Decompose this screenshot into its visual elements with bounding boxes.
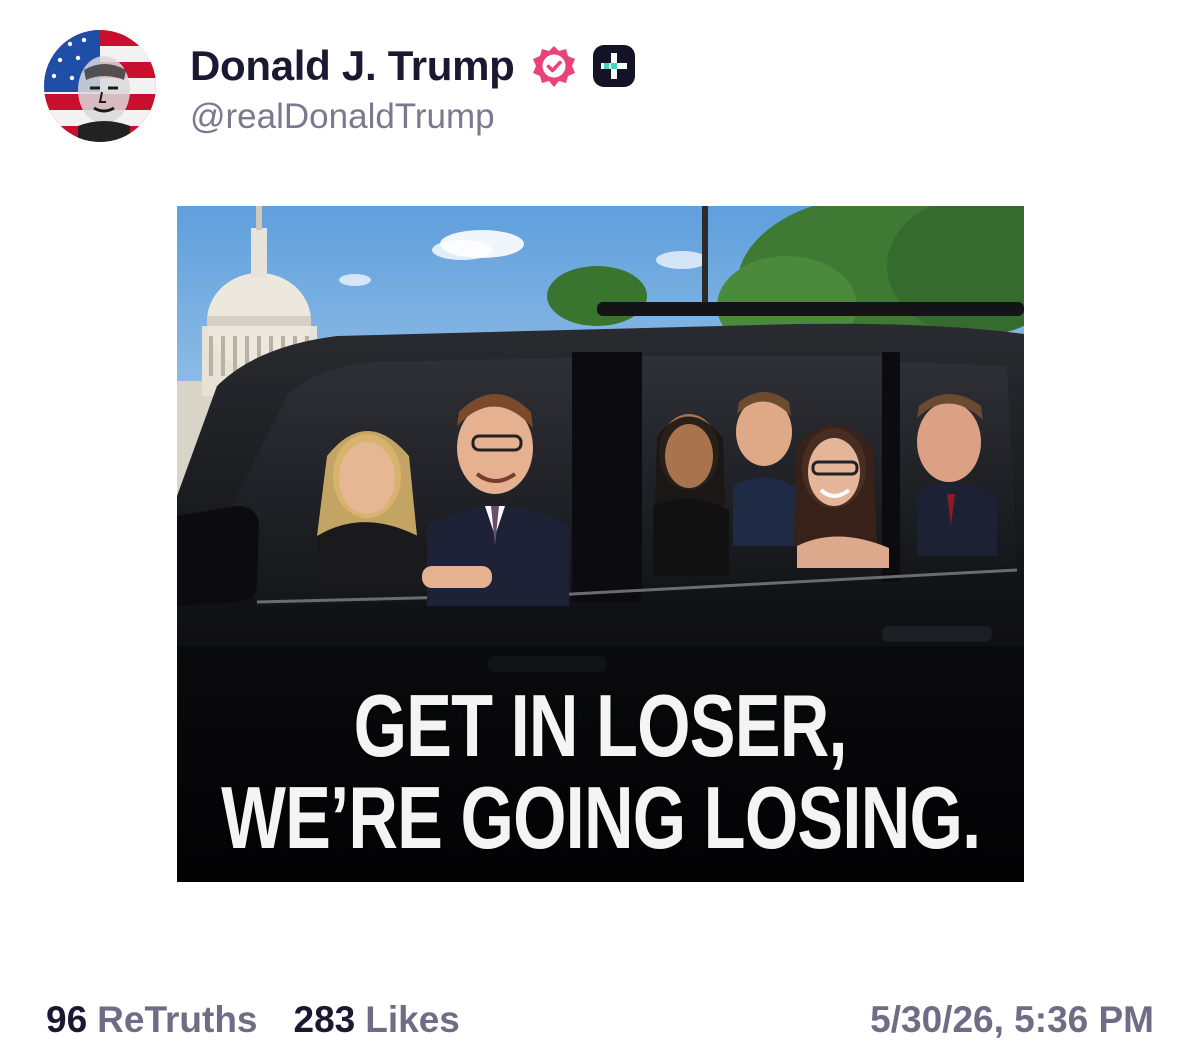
retruths-stat[interactable]: 96 ReTruths bbox=[46, 999, 258, 1041]
flag-portrait-avatar-icon bbox=[44, 30, 156, 142]
retruths-count: 96 bbox=[46, 999, 88, 1040]
author-identity: Donald J. Trump @realDonaldTrump bbox=[190, 35, 637, 137]
likes-label: Likes bbox=[365, 999, 460, 1040]
likes-count: 283 bbox=[293, 999, 356, 1040]
retruths-label: ReTruths bbox=[97, 999, 258, 1040]
verified-badge-icon bbox=[532, 46, 575, 87]
likes-stat[interactable]: 283 Likes bbox=[294, 999, 460, 1041]
post-footer: 96 ReTruths 283 Likes 5/30/26, 5:36 PM bbox=[46, 990, 1154, 1050]
post-header: Donald J. Trump @realDonaldTrump bbox=[44, 28, 637, 144]
truth-plus-icon bbox=[592, 45, 635, 87]
author-handle[interactable]: @realDonaldTrump bbox=[190, 97, 637, 137]
name-row: Donald J. Trump bbox=[190, 35, 637, 97]
post-image[interactable]: GET IN LOSER, WE’RE GOING LOSING. bbox=[177, 206, 1024, 882]
meme-image-illustration bbox=[177, 206, 1024, 882]
post-timestamp[interactable]: 5/30/26, 5:36 PM bbox=[870, 999, 1154, 1041]
avatar[interactable] bbox=[44, 30, 156, 142]
display-name[interactable]: Donald J. Trump bbox=[190, 42, 515, 90]
